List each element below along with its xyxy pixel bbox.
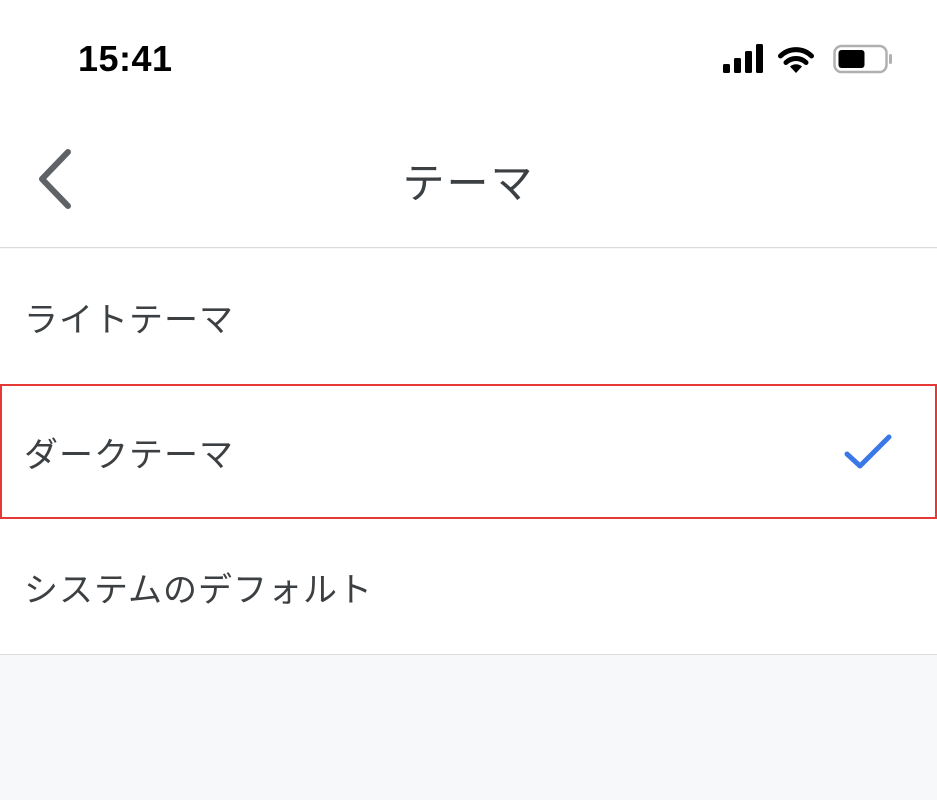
navigation-bar: テーマ (0, 110, 937, 248)
checkmark-icon (844, 434, 892, 468)
theme-option-list: ライトテーマ ダークテーマ システムのデフォルト (0, 249, 937, 655)
option-label: ライトテーマ (24, 300, 234, 340)
wifi-icon (778, 47, 814, 73)
cellular-signal-icon (723, 44, 763, 73)
status-time: 15:41 (78, 38, 173, 79)
option-label: ダークテーマ (24, 435, 234, 475)
option-dark-theme[interactable]: ダークテーマ (0, 384, 937, 519)
option-label: システムのデフォルト (24, 570, 373, 610)
option-light-theme[interactable]: ライトテーマ (0, 249, 937, 384)
option-system-default[interactable]: システムのデフォルト (0, 519, 937, 654)
theme-settings-screen: 15:41 テーマ ライトテーマ ダークテーマ システムのデフォルト (0, 0, 937, 800)
battery-icon (833, 44, 892, 74)
page-title: テーマ (402, 159, 535, 208)
status-bar: 15:41 (0, 0, 937, 110)
